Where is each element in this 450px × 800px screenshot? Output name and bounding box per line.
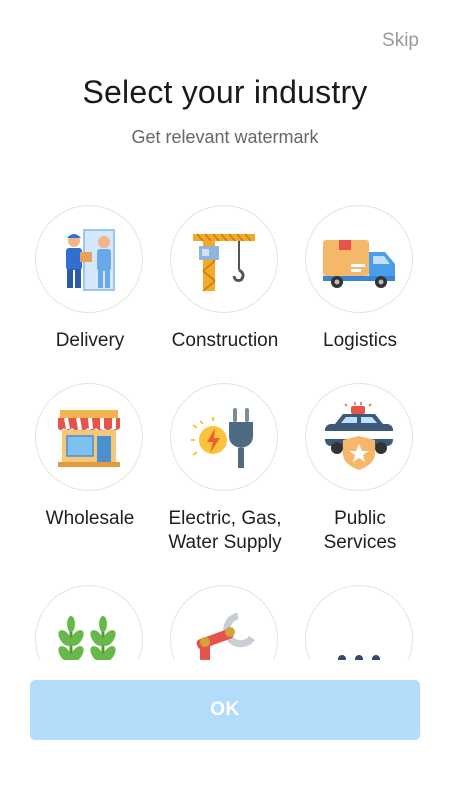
delivery-people-icon [35, 205, 143, 313]
skip-button[interactable]: Skip [382, 30, 419, 52]
robot-arm-icon [170, 585, 278, 660]
industry-grid: Delivery Construction Logistics Wholesal… [0, 195, 450, 660]
more-icon [305, 585, 413, 660]
power-plug-icon [170, 383, 278, 491]
ok-button[interactable]: OK [30, 680, 420, 740]
police-car-icon [305, 383, 413, 491]
crane-icon [170, 205, 278, 313]
industry-label: Logistics [323, 330, 397, 351]
page-subtitle: Get relevant watermark [131, 127, 319, 147]
page-title: Select your industry [82, 74, 368, 110]
agriculture-icon [35, 585, 143, 660]
store-icon [35, 383, 143, 491]
truck-icon [305, 205, 413, 313]
industry-label: Public Services [323, 508, 397, 553]
